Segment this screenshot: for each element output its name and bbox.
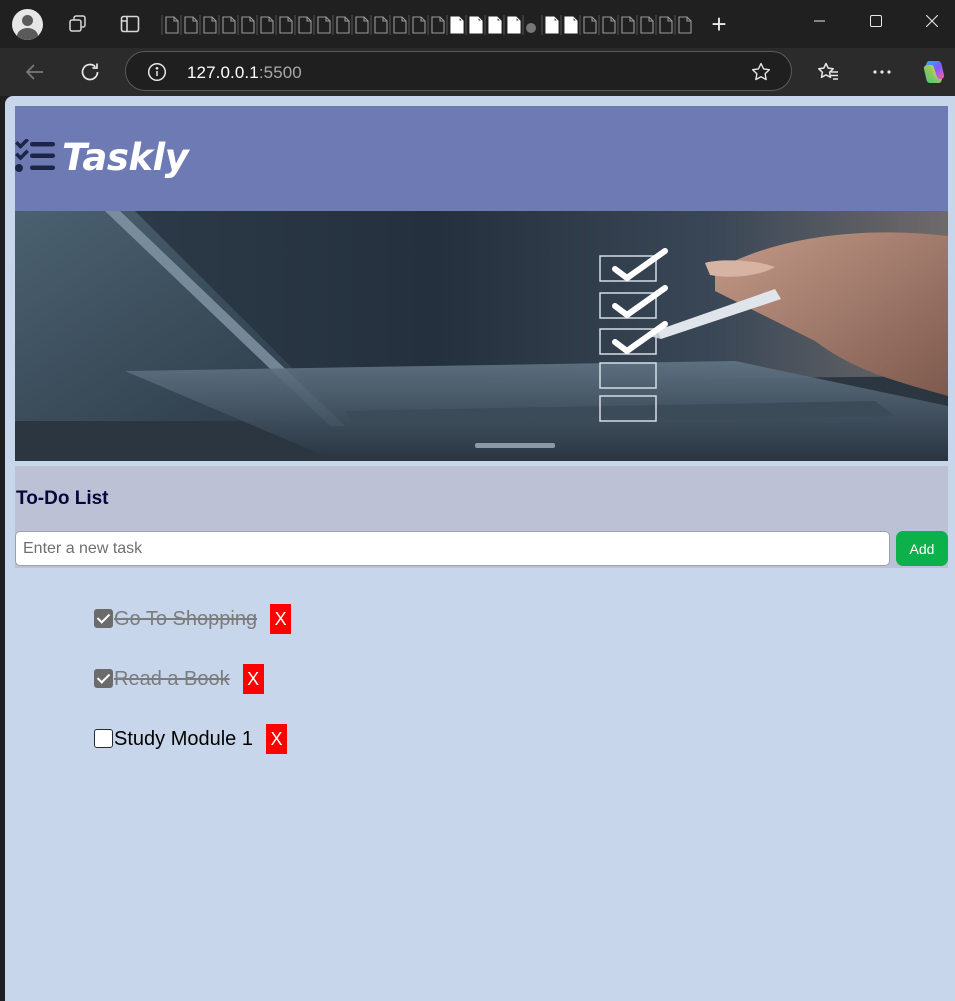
maximize-button[interactable] [846,0,906,44]
browser-tab[interactable] [598,15,616,35]
browser-tab[interactable] [560,15,578,35]
browser-tab[interactable] [484,15,502,35]
browser-tab[interactable] [218,15,236,35]
logo-text: Taskly [62,136,189,179]
task-text: Go To Shopping [114,608,258,630]
task-item: Study Module 1 X [94,724,694,784]
task-checkbox[interactable] [94,609,113,628]
browser-tab[interactable] [636,15,654,35]
browser-tab[interactable] [579,15,597,35]
url-port: :5500 [258,63,302,82]
delete-task-button[interactable]: X [242,664,264,694]
browser-titlebar: + [0,0,955,48]
app-header: Taskly [15,106,948,211]
browser-tab[interactable] [617,15,635,35]
new-task-input[interactable] [15,531,890,566]
back-icon[interactable] [23,60,47,84]
new-tab-button[interactable]: + [706,11,732,38]
browser-tab[interactable] [446,15,464,35]
task-text: Study Module 1 [114,728,253,750]
task-item: Read a Book X [94,664,694,724]
browser-tab[interactable] [370,15,388,35]
browser-tab[interactable] [522,15,536,35]
task-checkbox[interactable] [94,729,113,748]
browser-tab[interactable] [541,15,559,35]
browser-tab[interactable] [161,15,179,35]
workspaces-icon[interactable] [66,12,90,36]
site-info-icon[interactable] [147,62,167,87]
browser-tab[interactable] [180,15,198,35]
browser-tab[interactable] [427,15,445,35]
refresh-icon[interactable] [78,60,102,84]
close-icon [926,15,938,27]
browser-tab[interactable] [351,15,369,35]
browser-tab[interactable] [313,15,331,35]
favorites-icon[interactable] [816,60,840,84]
url-text: 127.0.0.1:5500 [187,63,302,83]
tab-actions-icon[interactable] [118,12,142,36]
address-bar[interactable]: 127.0.0.1:5500 [125,51,792,91]
browser-tab[interactable] [237,15,255,35]
page-viewport: Taskly To-Do List Enter a new task Add G… [5,96,955,1001]
task-item: Go To Shopping X [94,604,694,664]
url-host: 127.0.0.1 [187,63,259,82]
browser-tab[interactable] [256,15,274,35]
delete-task-button[interactable]: X [265,724,287,754]
checklist-icon [15,138,57,178]
task-checkbox[interactable] [94,669,113,688]
copilot-icon[interactable] [920,58,948,86]
todo-panel: To-Do List Add [15,466,948,568]
browser-tab[interactable] [465,15,483,35]
more-icon[interactable] [870,60,894,84]
delete-task-button[interactable]: X [270,604,292,634]
browser-toolbar: 127.0.0.1:5500 [0,48,955,96]
browser-tab[interactable] [503,15,521,35]
todo-title: To-Do List [16,488,109,509]
favorite-star-icon[interactable] [750,61,772,88]
minimize-button[interactable] [790,0,850,44]
task-list: Go To Shopping X Read a Book X Study Mod… [94,604,694,784]
hero-image [15,211,948,461]
minimize-icon [814,20,825,22]
browser-tab[interactable] [674,15,692,35]
browser-tab[interactable] [275,15,293,35]
profile-icon[interactable] [12,9,43,40]
add-task-button[interactable]: Add [896,531,948,566]
close-window-button[interactable] [902,0,955,44]
browser-tab[interactable] [408,15,426,35]
maximize-icon [870,15,882,27]
browser-tab[interactable] [389,15,407,35]
tab-strip[interactable] [160,13,692,37]
task-text: Read a Book [114,668,230,690]
browser-tab[interactable] [294,15,312,35]
browser-tab[interactable] [199,15,217,35]
browser-tab[interactable] [332,15,350,35]
browser-tab[interactable] [655,15,673,35]
